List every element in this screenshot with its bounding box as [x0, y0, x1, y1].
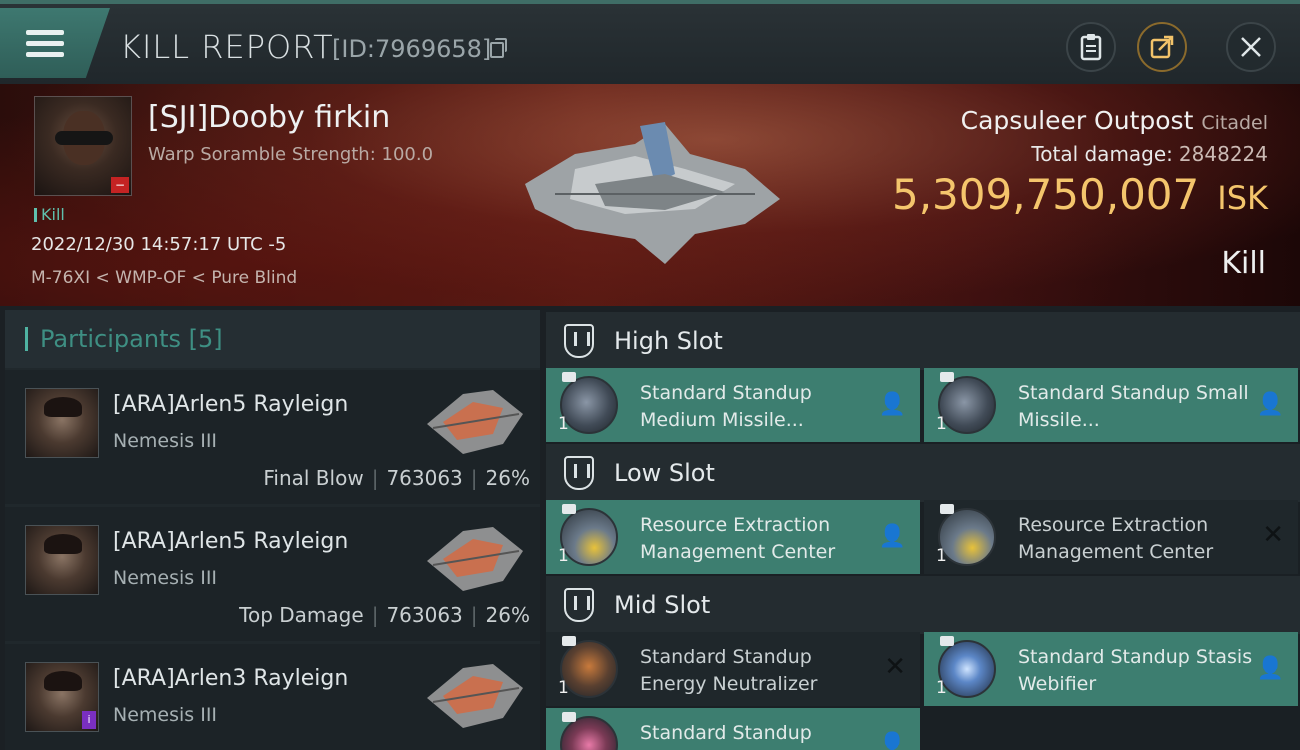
module-name: Resource Extraction Management Center [1018, 514, 1214, 563]
close-button[interactable] [1226, 22, 1276, 72]
participant-name: [ARA]Arlen3 Rayleign [113, 666, 349, 691]
participant-stats: Final Blow | 763063 | 26% [263, 466, 530, 490]
dropped-person-icon: 👤 [878, 524, 906, 549]
tag-icon [562, 372, 576, 382]
clipboard-button[interactable] [1066, 22, 1116, 72]
participant-stats: Top Damage | 763063 | 26% [239, 603, 530, 627]
low-slot-header: Low Slot [546, 444, 1300, 502]
kill-tag: Kill [34, 205, 65, 224]
hamburger-menu-icon [26, 30, 64, 58]
isk-value: 5,309,750,007 ISK [891, 170, 1268, 219]
module-quantity: 1 [558, 546, 569, 566]
slot-shield-icon [564, 588, 594, 622]
module-item[interactable]: 1 Standard Standup Small Missile... 👤 [924, 368, 1298, 442]
copy-icon[interactable] [490, 38, 507, 58]
module-item[interactable]: Standard Standup 👤 [546, 708, 920, 750]
module-item[interactable]: 1 Standard Standup Medium Missile... 👤 [546, 368, 920, 442]
tag-icon [940, 372, 954, 382]
module-quantity: 1 [936, 414, 947, 434]
participant-ship: Nemesis III [113, 704, 218, 726]
destroyed-x-icon: ✕ [884, 652, 906, 682]
share-button[interactable] [1137, 22, 1187, 72]
warp-scramble-strength: Warp Soramble Strength: 100.0 [148, 144, 434, 165]
dropped-person-icon: 👤 [878, 732, 906, 750]
module-name: Standard Standup Energy Neutralizer [640, 646, 818, 695]
victim-avatar[interactable]: − [34, 96, 132, 196]
participant-row[interactable]: [ARA]Arlen5 Rayleign Nemesis III Top Dam… [5, 507, 540, 641]
victim-ship-name[interactable]: Capsuleer Outpost Citadel [961, 106, 1268, 135]
module-name: Standard Standup Medium Missile... [640, 382, 812, 431]
page-title: KILL REPORT [120, 28, 334, 66]
module-item[interactable]: 1 Resource Extraction Management Center … [924, 500, 1298, 574]
module-quantity: 1 [558, 414, 569, 434]
victim-ship-class: Citadel [1201, 112, 1268, 134]
fitting-panel: High Slot 1 Standard Standup Medium Miss… [546, 310, 1300, 750]
tag-icon [562, 712, 576, 722]
slot-shield-icon [564, 324, 594, 358]
tag-icon [562, 504, 576, 514]
corp-badge-icon: i [82, 711, 96, 729]
slot-title: Low Slot [614, 459, 715, 487]
participant-avatar[interactable] [25, 388, 99, 458]
participant-avatar[interactable] [25, 525, 99, 595]
participant-avatar[interactable]: i [25, 662, 99, 732]
total-damage-value: 2848224 [1178, 142, 1268, 166]
clipboard-icon [1080, 34, 1102, 61]
module-quantity: 1 [936, 678, 947, 698]
module-name: Standard Standup [640, 722, 812, 744]
module-name: Resource Extraction Management Center [640, 514, 836, 563]
tag-icon [940, 504, 954, 514]
result-label: Kill [1221, 246, 1266, 281]
isk-unit: ISK [1217, 179, 1268, 217]
corp-badge-icon: − [111, 177, 129, 193]
participant-ship: Nemesis III [113, 430, 218, 452]
header-bar: KILL REPORT [ID:7969658] [0, 0, 1300, 84]
menu-button[interactable] [0, 8, 110, 78]
module-item[interactable]: 1 Standard Standup Energy Neutralizer ✕ [546, 632, 920, 706]
module-name: Standard Standup Stasis Webifier [1018, 646, 1253, 695]
portrait-goggles [55, 131, 113, 145]
kill-location[interactable]: M-76XI < WMP-OF < Pure Blind [31, 268, 297, 288]
participant-row[interactable]: [ARA]Arlen5 Rayleign Nemesis III Final B… [5, 370, 540, 504]
participant-ship: Nemesis III [113, 567, 218, 589]
slot-title: High Slot [614, 327, 723, 355]
slot-shield-icon [564, 456, 594, 490]
participant-ship-image [427, 664, 523, 728]
participant-ship-image [427, 390, 523, 454]
slot-title: Mid Slot [614, 591, 711, 619]
total-damage: Total damage: 2848224 [1031, 142, 1268, 166]
module-name: Standard Standup Small Missile... [1018, 382, 1249, 431]
victim-ship-image[interactable] [515, 114, 785, 274]
dropped-person-icon: 👤 [1256, 656, 1284, 681]
dropped-person-icon: 👤 [878, 392, 906, 417]
participants-panel: Participants [5] [ARA]Arlen5 Rayleign Ne… [5, 310, 540, 750]
tag-icon [562, 636, 576, 646]
participant-row[interactable]: i [ARA]Arlen3 Rayleign Nemesis III [5, 644, 540, 750]
participant-ship-image [427, 527, 523, 591]
victim-name[interactable]: [SJI]Dooby firkin [148, 100, 390, 135]
victim-summary: − [SJI]Dooby firkin Warp Soramble Streng… [0, 84, 1300, 306]
close-icon [1241, 37, 1261, 57]
kill-datetime: 2022/12/30 14:57:17 UTC -5 [31, 234, 287, 255]
share-icon [1150, 35, 1174, 59]
participant-name: [ARA]Arlen5 Rayleign [113, 392, 349, 417]
tag-icon [940, 636, 954, 646]
participants-count: [5] [188, 325, 223, 353]
dropped-person-icon: 👤 [1256, 392, 1284, 417]
destroyed-x-icon: ✕ [1262, 520, 1284, 550]
module-quantity: 1 [936, 546, 947, 566]
report-id: [ID:7969658] [332, 35, 492, 63]
module-item[interactable]: 1 Resource Extraction Management Center … [546, 500, 920, 574]
participants-header: Participants [5] [5, 310, 540, 368]
module-item[interactable]: 1 Standard Standup Stasis Webifier 👤 [924, 632, 1298, 706]
mid-slot-header: Mid Slot [546, 576, 1300, 634]
module-quantity: 1 [558, 678, 569, 698]
participant-name: [ARA]Arlen5 Rayleign [113, 529, 349, 554]
high-slot-header: High Slot [546, 312, 1300, 370]
